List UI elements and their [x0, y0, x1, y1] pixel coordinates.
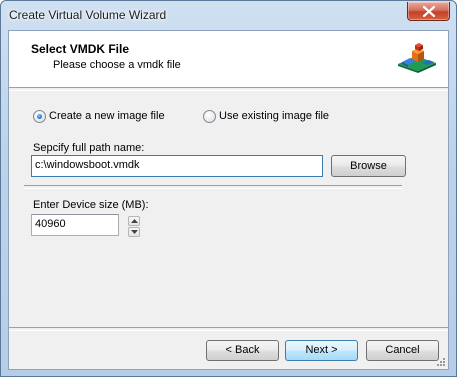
- close-icon: [423, 6, 435, 17]
- radio-circle: [33, 110, 46, 123]
- page-title: Select VMDK File: [31, 42, 130, 56]
- browse-button[interactable]: Browse: [331, 155, 406, 177]
- cancel-button[interactable]: Cancel: [366, 340, 439, 361]
- radio-circle: [203, 110, 216, 123]
- up-arrow-icon: [131, 219, 138, 223]
- radio-selected-dot: [37, 114, 42, 119]
- page-subtitle: Please choose a vmdk file: [53, 59, 181, 71]
- title-bar[interactable]: Create Virtual Volume Wizard: [1, 1, 456, 31]
- use-existing-label: Use existing image file: [219, 110, 330, 122]
- down-arrow-icon: [131, 230, 138, 234]
- size-increment-button[interactable]: [128, 216, 140, 226]
- section-divider: [24, 185, 402, 189]
- cubes-icon: [398, 43, 436, 73]
- back-button[interactable]: < Back: [206, 340, 279, 361]
- resize-grip-icon[interactable]: [436, 357, 446, 367]
- window-title: Create Virtual Volume Wizard: [9, 8, 167, 22]
- wizard-header: Select VMDK File Please choose a vmdk fi…: [9, 31, 448, 87]
- size-label: Enter Device size (MB):: [33, 199, 149, 211]
- size-input[interactable]: 40960: [31, 214, 119, 236]
- size-decrement-button[interactable]: [128, 227, 140, 237]
- header-divider: [9, 87, 448, 91]
- path-input[interactable]: c:\windowsboot.vmdk: [31, 155, 323, 177]
- footer-divider: [9, 327, 448, 331]
- wizard-window: Create Virtual Volume Wizard Select VMDK…: [0, 0, 457, 377]
- create-new-label: Create a new image file: [49, 110, 165, 122]
- next-button[interactable]: Next >: [285, 340, 358, 361]
- wizard-client-area: Select VMDK File Please choose a vmdk fi…: [8, 30, 449, 370]
- close-button[interactable]: [407, 2, 450, 21]
- path-label: Sepcify full path name:: [33, 142, 145, 154]
